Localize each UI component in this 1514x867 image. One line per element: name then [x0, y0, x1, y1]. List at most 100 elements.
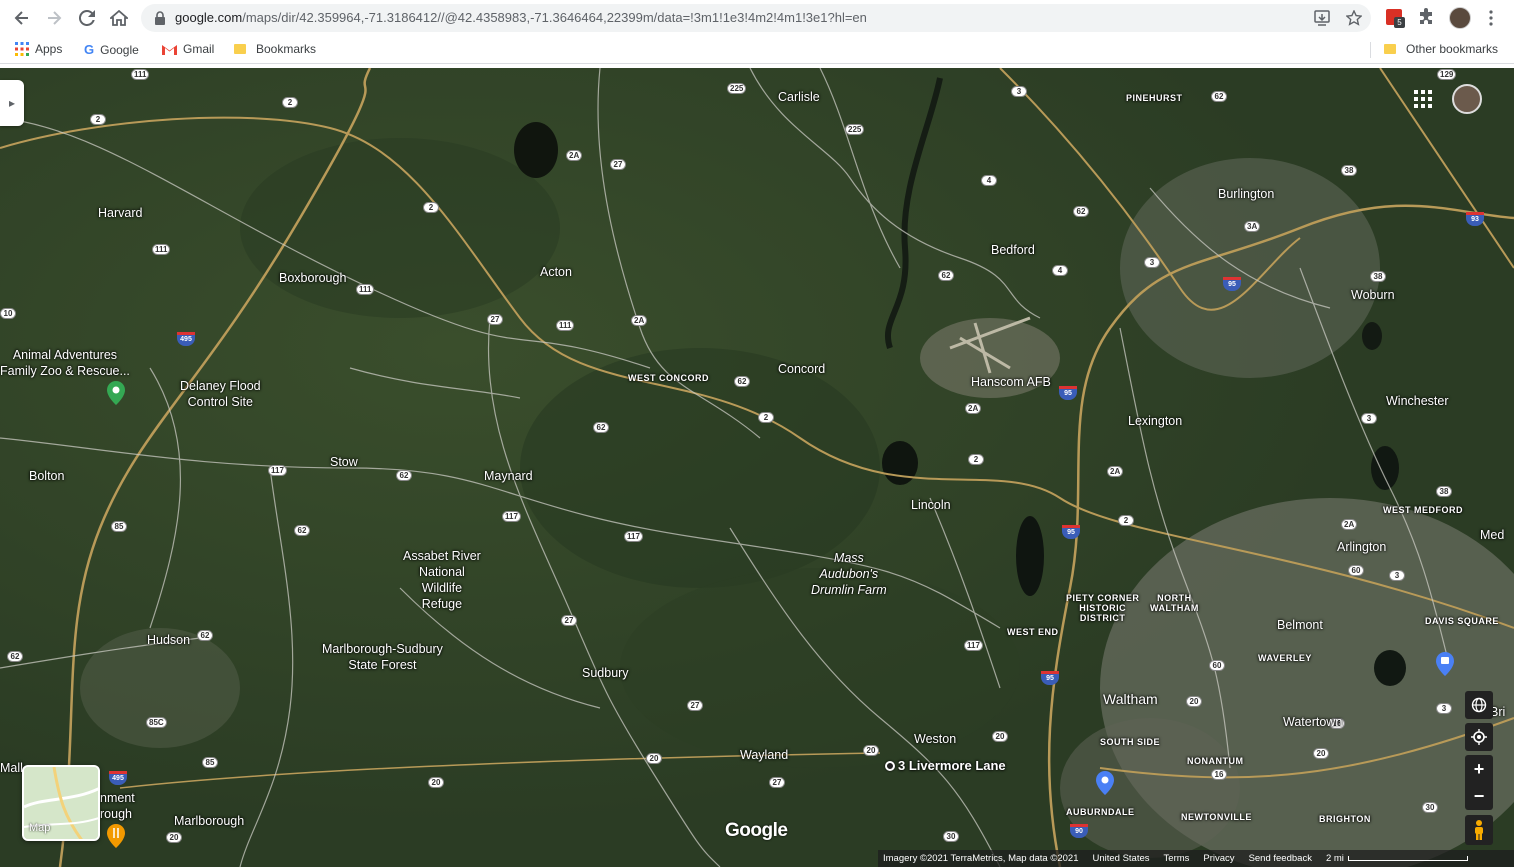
bookmark-gmail[interactable]: Gmail — [162, 42, 214, 56]
browser-menu-button[interactable] — [1484, 8, 1498, 28]
bookmark-other[interactable]: Other bookmarks — [1384, 42, 1498, 56]
zoom-out-button[interactable]: − — [1465, 782, 1493, 810]
place-label[interactable]: WAVERLEY — [1258, 653, 1312, 663]
place-label[interactable]: rough — [100, 806, 132, 822]
destination-label: 3 Livermore Lane — [898, 758, 1006, 773]
place-label[interactable]: AUBURNDALE — [1066, 807, 1135, 817]
route-shield: 20 — [863, 745, 879, 756]
poi-label[interactable]: Marlborough-Sudbury State Forest — [322, 641, 443, 673]
layers-toggle[interactable]: Map — [22, 765, 100, 841]
location-pin-icon[interactable] — [1096, 771, 1114, 795]
place-label[interactable]: Hanscom AFB — [971, 374, 1051, 390]
globe-view-button[interactable] — [1465, 691, 1493, 719]
place-label[interactable]: Maynard — [484, 468, 533, 484]
place-label[interactable]: Belmont — [1277, 617, 1323, 633]
destination-marker[interactable]: 3 Livermore Lane — [885, 758, 1006, 773]
route-shield: 27 — [687, 700, 703, 711]
place-label[interactable]: Harvard — [98, 205, 142, 221]
route-shield: 27 — [769, 777, 785, 788]
scale-line — [1347, 856, 1468, 861]
bookmark-other-label: Other bookmarks — [1406, 42, 1499, 56]
browser-toolbar: google.com/maps/dir/42.359964,-71.318641… — [0, 0, 1514, 36]
place-label[interactable]: SOUTH SIDE — [1100, 737, 1160, 747]
minus-icon: − — [1473, 785, 1485, 806]
poi-label[interactable]: Mass Audubon's Drumlin Farm — [811, 550, 887, 598]
place-label[interactable]: Med — [1480, 527, 1504, 543]
place-label[interactable]: NEWTONVILLE — [1181, 812, 1252, 822]
place-label[interactable]: Carlisle — [778, 89, 820, 105]
google-apps-icon[interactable] — [1414, 90, 1432, 108]
place-label[interactable]: Acton — [540, 264, 572, 280]
bookmark-apps[interactable]: Apps — [15, 42, 62, 56]
extensions-button[interactable] — [1417, 8, 1437, 28]
place-label[interactable]: Hudson — [147, 632, 190, 648]
place-label[interactable]: WEST CONCORD — [628, 373, 709, 383]
place-label[interactable]: NONANTUM — [1187, 756, 1244, 766]
route-shield: 62 — [734, 376, 750, 387]
poi-label[interactable]: Delaney Flood Control Site — [180, 378, 261, 410]
forward-button[interactable] — [43, 7, 65, 29]
place-label[interactable]: DAVIS SQUARE — [1425, 616, 1499, 626]
place-label[interactable]: Woburn — [1351, 287, 1395, 303]
place-label[interactable]: WEST MEDFORD — [1383, 505, 1463, 515]
place-label[interactable]: Bedford — [991, 242, 1035, 258]
bookmark-google[interactable]: G Google — [84, 42, 139, 57]
route-shield: 85 — [111, 521, 127, 532]
place-label[interactable]: BRIGHTON — [1319, 814, 1371, 824]
place-label[interactable]: Burlington — [1218, 186, 1274, 202]
my-location-button[interactable] — [1465, 723, 1493, 751]
profile-avatar[interactable] — [1449, 7, 1471, 29]
place-label[interactable]: Arlington — [1337, 539, 1386, 555]
privacy-link[interactable]: Privacy — [1203, 853, 1234, 864]
interstate-shield: 495 — [109, 771, 127, 785]
bookmark-star-icon[interactable] — [1346, 10, 1362, 26]
satellite-map[interactable]: 111 2 2 225 225 3 62 129 2A 27 2 4 62 38… — [0, 68, 1514, 867]
country-link[interactable]: United States — [1092, 853, 1149, 864]
terms-link[interactable]: Terms — [1164, 853, 1190, 864]
route-shield: 4 — [1052, 265, 1068, 276]
apps-grid-icon — [15, 42, 29, 56]
place-label[interactable]: Stow — [330, 454, 358, 470]
place-label[interactable]: Marlborough — [174, 813, 244, 829]
address-bar[interactable]: google.com/maps/dir/42.359964,-71.318641… — [141, 4, 1371, 32]
place-label[interactable]: Winchester — [1386, 393, 1449, 409]
place-label[interactable]: nment — [100, 790, 135, 806]
place-label[interactable]: Lexington — [1128, 413, 1182, 429]
account-avatar[interactable] — [1452, 84, 1482, 114]
place-label[interactable]: Boxborough — [279, 270, 346, 286]
scale-bar[interactable]: 2 mi — [1326, 853, 1468, 864]
place-label[interactable]: PIETY CORNER HISTORIC DISTRICT — [1066, 593, 1139, 623]
zoom-in-button[interactable]: + — [1465, 755, 1493, 783]
place-label[interactable]: Weston — [914, 731, 956, 747]
place-label[interactable]: PINEHURST — [1126, 93, 1183, 103]
place-label[interactable]: Bolton — [29, 468, 64, 484]
place-label[interactable]: Wayland — [740, 747, 788, 763]
bookmark-folder-bookmarks[interactable]: Bookmarks — [234, 42, 316, 56]
park-pin-icon[interactable] — [107, 381, 125, 405]
street-view-pegman[interactable] — [1465, 815, 1493, 845]
place-label[interactable]: WEST END — [1007, 627, 1059, 637]
pegman-icon — [1475, 820, 1483, 840]
transit-pin-icon[interactable] — [1436, 652, 1454, 676]
place-label[interactable]: Waltham — [1103, 691, 1158, 707]
place-label[interactable]: Sudbury — [582, 665, 629, 681]
route-shield: 117 — [964, 640, 983, 651]
place-label[interactable]: NORTH WALTHAM — [1150, 593, 1199, 613]
send-feedback-link[interactable]: Send feedback — [1249, 853, 1312, 864]
route-shield: 225 — [727, 83, 747, 94]
extension-calendar-button[interactable]: 5 — [1385, 8, 1405, 28]
place-label[interactable]: Concord — [778, 361, 825, 377]
restaurant-pin-icon[interactable] — [107, 824, 125, 848]
home-button[interactable] — [108, 7, 130, 29]
place-label[interactable]: Mall — [0, 760, 23, 776]
place-label[interactable]: Lincoln — [911, 497, 951, 513]
back-button[interactable] — [11, 7, 33, 29]
poi-label[interactable]: Animal Adventures Family Zoo & Rescue... — [0, 347, 130, 379]
place-label[interactable]: Watertown — [1283, 714, 1342, 730]
route-shield: 117 — [502, 511, 521, 522]
bookmark-apps-label: Apps — [35, 42, 63, 56]
reload-button[interactable] — [76, 7, 98, 29]
install-app-icon[interactable] — [1314, 10, 1330, 26]
poi-label[interactable]: Assabet River National Wildlife Refuge — [403, 548, 481, 612]
side-panel-toggle[interactable]: ▸ — [0, 80, 24, 126]
